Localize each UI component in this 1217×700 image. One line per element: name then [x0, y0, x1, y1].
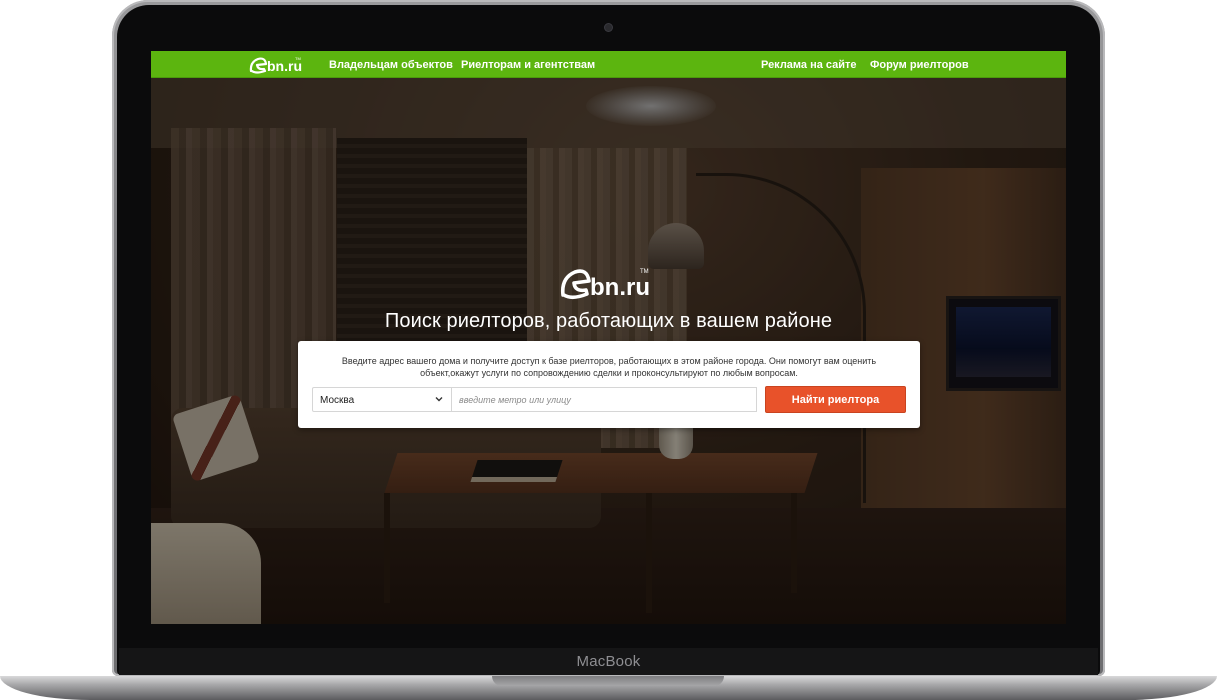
logo-house-e-icon — [560, 269, 591, 300]
hero-logo-trademark: TM — [640, 269, 649, 275]
hero-logo-text: bn.ru — [590, 274, 650, 301]
hero-logo: bn.ru TM — [560, 269, 650, 301]
laptop-hinge-notch — [492, 676, 724, 686]
realtor-search-form: Введите адрес вашего дома и получите дос… — [298, 341, 920, 428]
nav-forum-link[interactable]: Форум риелторов — [870, 59, 969, 71]
site-logo[interactable]: bn.ru TM — [249, 55, 309, 75]
chevron-down-icon — [435, 397, 443, 402]
logo-house-e-icon — [249, 57, 268, 74]
device-label: MacBook — [576, 653, 641, 670]
search-description: Введите адрес вашего дома и получите дос… — [341, 356, 877, 378]
logo-trademark: TM — [295, 56, 301, 61]
city-select[interactable]: Москва — [312, 387, 452, 412]
website-screen: bn.ru TM Владельцам объектов Риелторам и… — [151, 51, 1066, 624]
find-realtor-button[interactable]: Найти риелтора — [765, 386, 906, 413]
top-navbar: bn.ru TM Владельцам объектов Риелторам и… — [151, 51, 1066, 78]
nav-realtors-link[interactable]: Риелторам и агентствам — [461, 59, 595, 71]
address-input[interactable] — [452, 387, 757, 412]
camera-icon — [605, 24, 612, 31]
hero-title: Поиск риелторов, работающих в вашем райо… — [384, 310, 833, 332]
nav-advertising-link[interactable]: Реклама на сайте — [761, 59, 857, 71]
city-select-value: Москва — [320, 395, 355, 406]
nav-owners-link[interactable]: Владельцам объектов — [329, 59, 453, 71]
